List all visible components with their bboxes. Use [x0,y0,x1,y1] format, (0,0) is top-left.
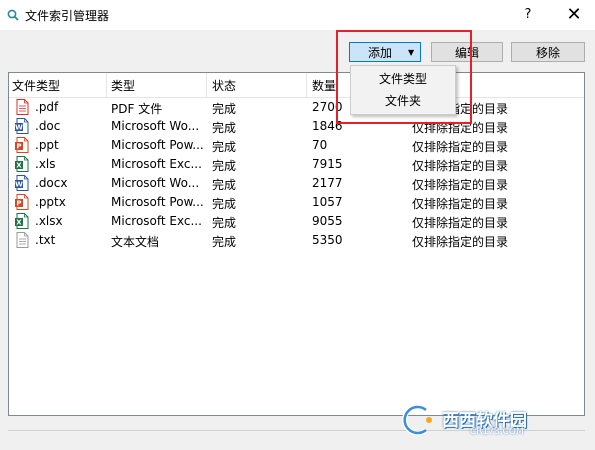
file-extension: .pptx [35,195,66,209]
directory-rule: 仅排除指定的目录 [412,235,509,249]
count-value: 1846 [312,119,343,133]
svg-text:X: X [16,162,22,170]
directory-rule: 仅排除指定的目录 [412,159,509,173]
file-extension: .xls [35,157,56,171]
file-type-list[interactable]: 文件类型 类型 状态 数量 目录 .pdfPDF 文件完成2700仅排除指定的目… [8,72,585,416]
status-text: 完成 [212,140,237,154]
watermark-logo: 西西软件园 CR173.COM [396,402,576,438]
file-type-name: Microsoft Wo... [111,176,200,190]
powerpoint-file-icon: P [15,194,29,210]
directory-rule: 仅排除指定的目录 [412,216,509,230]
column-header-file-type[interactable]: 文件类型 [12,77,60,94]
close-button[interactable]: ✕ [563,5,585,25]
watermark-subtext: CR173.COM [470,427,524,437]
count-value: 1057 [312,195,343,209]
column-header-type[interactable]: 类型 [111,77,135,94]
file-type-name: Microsoft Exc... [111,157,202,171]
directory-rule: 仅排除指定的目录 [412,178,509,192]
file-type-name: Microsoft Pow... [111,195,204,209]
directory-rule: 仅排除指定的目录 [412,197,509,211]
edit-button[interactable]: 编辑 [431,42,503,62]
remove-button[interactable]: 移除 [511,42,585,62]
add-button[interactable]: 添加 ▼ [349,42,421,62]
column-divider[interactable] [306,73,307,97]
svg-text:P: P [16,200,21,208]
status-text: 完成 [212,235,237,249]
file-extension: .doc [35,119,61,133]
excel-file-icon: X [15,156,29,172]
svg-text:W: W [15,181,23,189]
file-type-name: PDF 文件 [111,102,163,116]
table-row[interactable]: .txt 文本文档 完成 5350 仅排除指定的目录 [9,231,584,250]
status-text: 完成 [212,216,237,230]
column-divider[interactable] [106,73,107,97]
table-row[interactable]: P .pptx Microsoft Pow... 完成 1057 仅排除指定的目录 [9,193,584,212]
count-value: 7915 [312,157,343,171]
list-header: 文件类型 类型 状态 数量 目录 [9,73,584,98]
file-type-name: 文本文档 [111,235,160,249]
search-icon [7,9,19,21]
menu-item-folder[interactable]: 文件夹 [351,91,455,111]
status-text: 完成 [212,102,237,116]
file-extension: .pdf [35,100,59,114]
title-bar: 文件索引管理器 ? ✕ [0,0,595,30]
file-extension: .txt [35,233,56,247]
file-extension: .ppt [35,138,59,152]
help-button[interactable]: ? [519,5,537,25]
file-extension: .docx [35,176,68,190]
file-extension: .xlsx [35,214,63,228]
count-value: 70 [312,138,328,152]
table-row[interactable]: X .xls Microsoft Exc... 完成 7915 仅排除指定的目录 [9,155,584,174]
table-row[interactable]: X .xlsx Microsoft Exc... 完成 9055 仅排除指定的目录 [9,212,584,231]
text-file-icon [16,232,29,248]
status-text: 完成 [212,197,237,211]
powerpoint-file-icon: P [15,137,29,153]
file-type-name: Microsoft Wo... [111,119,200,133]
svg-text:P: P [16,143,21,151]
table-row[interactable]: W .doc Microsoft Wo... 完成 1846 仅排除指定的目录 [9,117,584,136]
directory-rule: 仅排除指定的目录 [412,140,509,154]
status-text: 完成 [212,159,237,173]
file-type-name: Microsoft Pow... [111,138,204,152]
watermark-icon [402,404,432,436]
window-title: 文件索引管理器 [25,9,110,23]
menu-item-file-type[interactable]: 文件类型 [351,69,455,89]
svg-text:W: W [15,124,23,132]
status-text: 完成 [212,178,237,192]
table-row[interactable]: P .ppt Microsoft Pow... 完成 70 仅排除指定的目录 [9,136,584,155]
table-row[interactable]: .pdf PDF 文件 完成 2700 仅排除指定的目录 [9,98,584,117]
add-dropdown-menu: 文件类型 文件夹 [350,65,456,115]
column-header-status[interactable]: 状态 [212,77,236,94]
chevron-down-icon: ▼ [408,48,415,57]
count-value: 9055 [312,214,343,228]
excel-file-icon: X [15,213,29,229]
add-button-label: 添加 [368,46,393,60]
count-value: 5350 [312,233,343,247]
word-file-icon: W [15,175,29,191]
status-text: 完成 [212,121,237,135]
directory-rule: 仅排除指定的目录 [412,121,509,135]
count-value: 2177 [312,176,343,190]
file-type-name: Microsoft Exc... [111,214,202,228]
svg-text:X: X [16,219,22,227]
column-header-count[interactable]: 数量 [312,77,336,94]
word-file-icon: W [15,118,29,134]
column-divider[interactable] [206,73,207,97]
pdf-file-icon [16,99,29,115]
table-row[interactable]: W .docx Microsoft Wo... 完成 2177 仅排除指定的目录 [9,174,584,193]
